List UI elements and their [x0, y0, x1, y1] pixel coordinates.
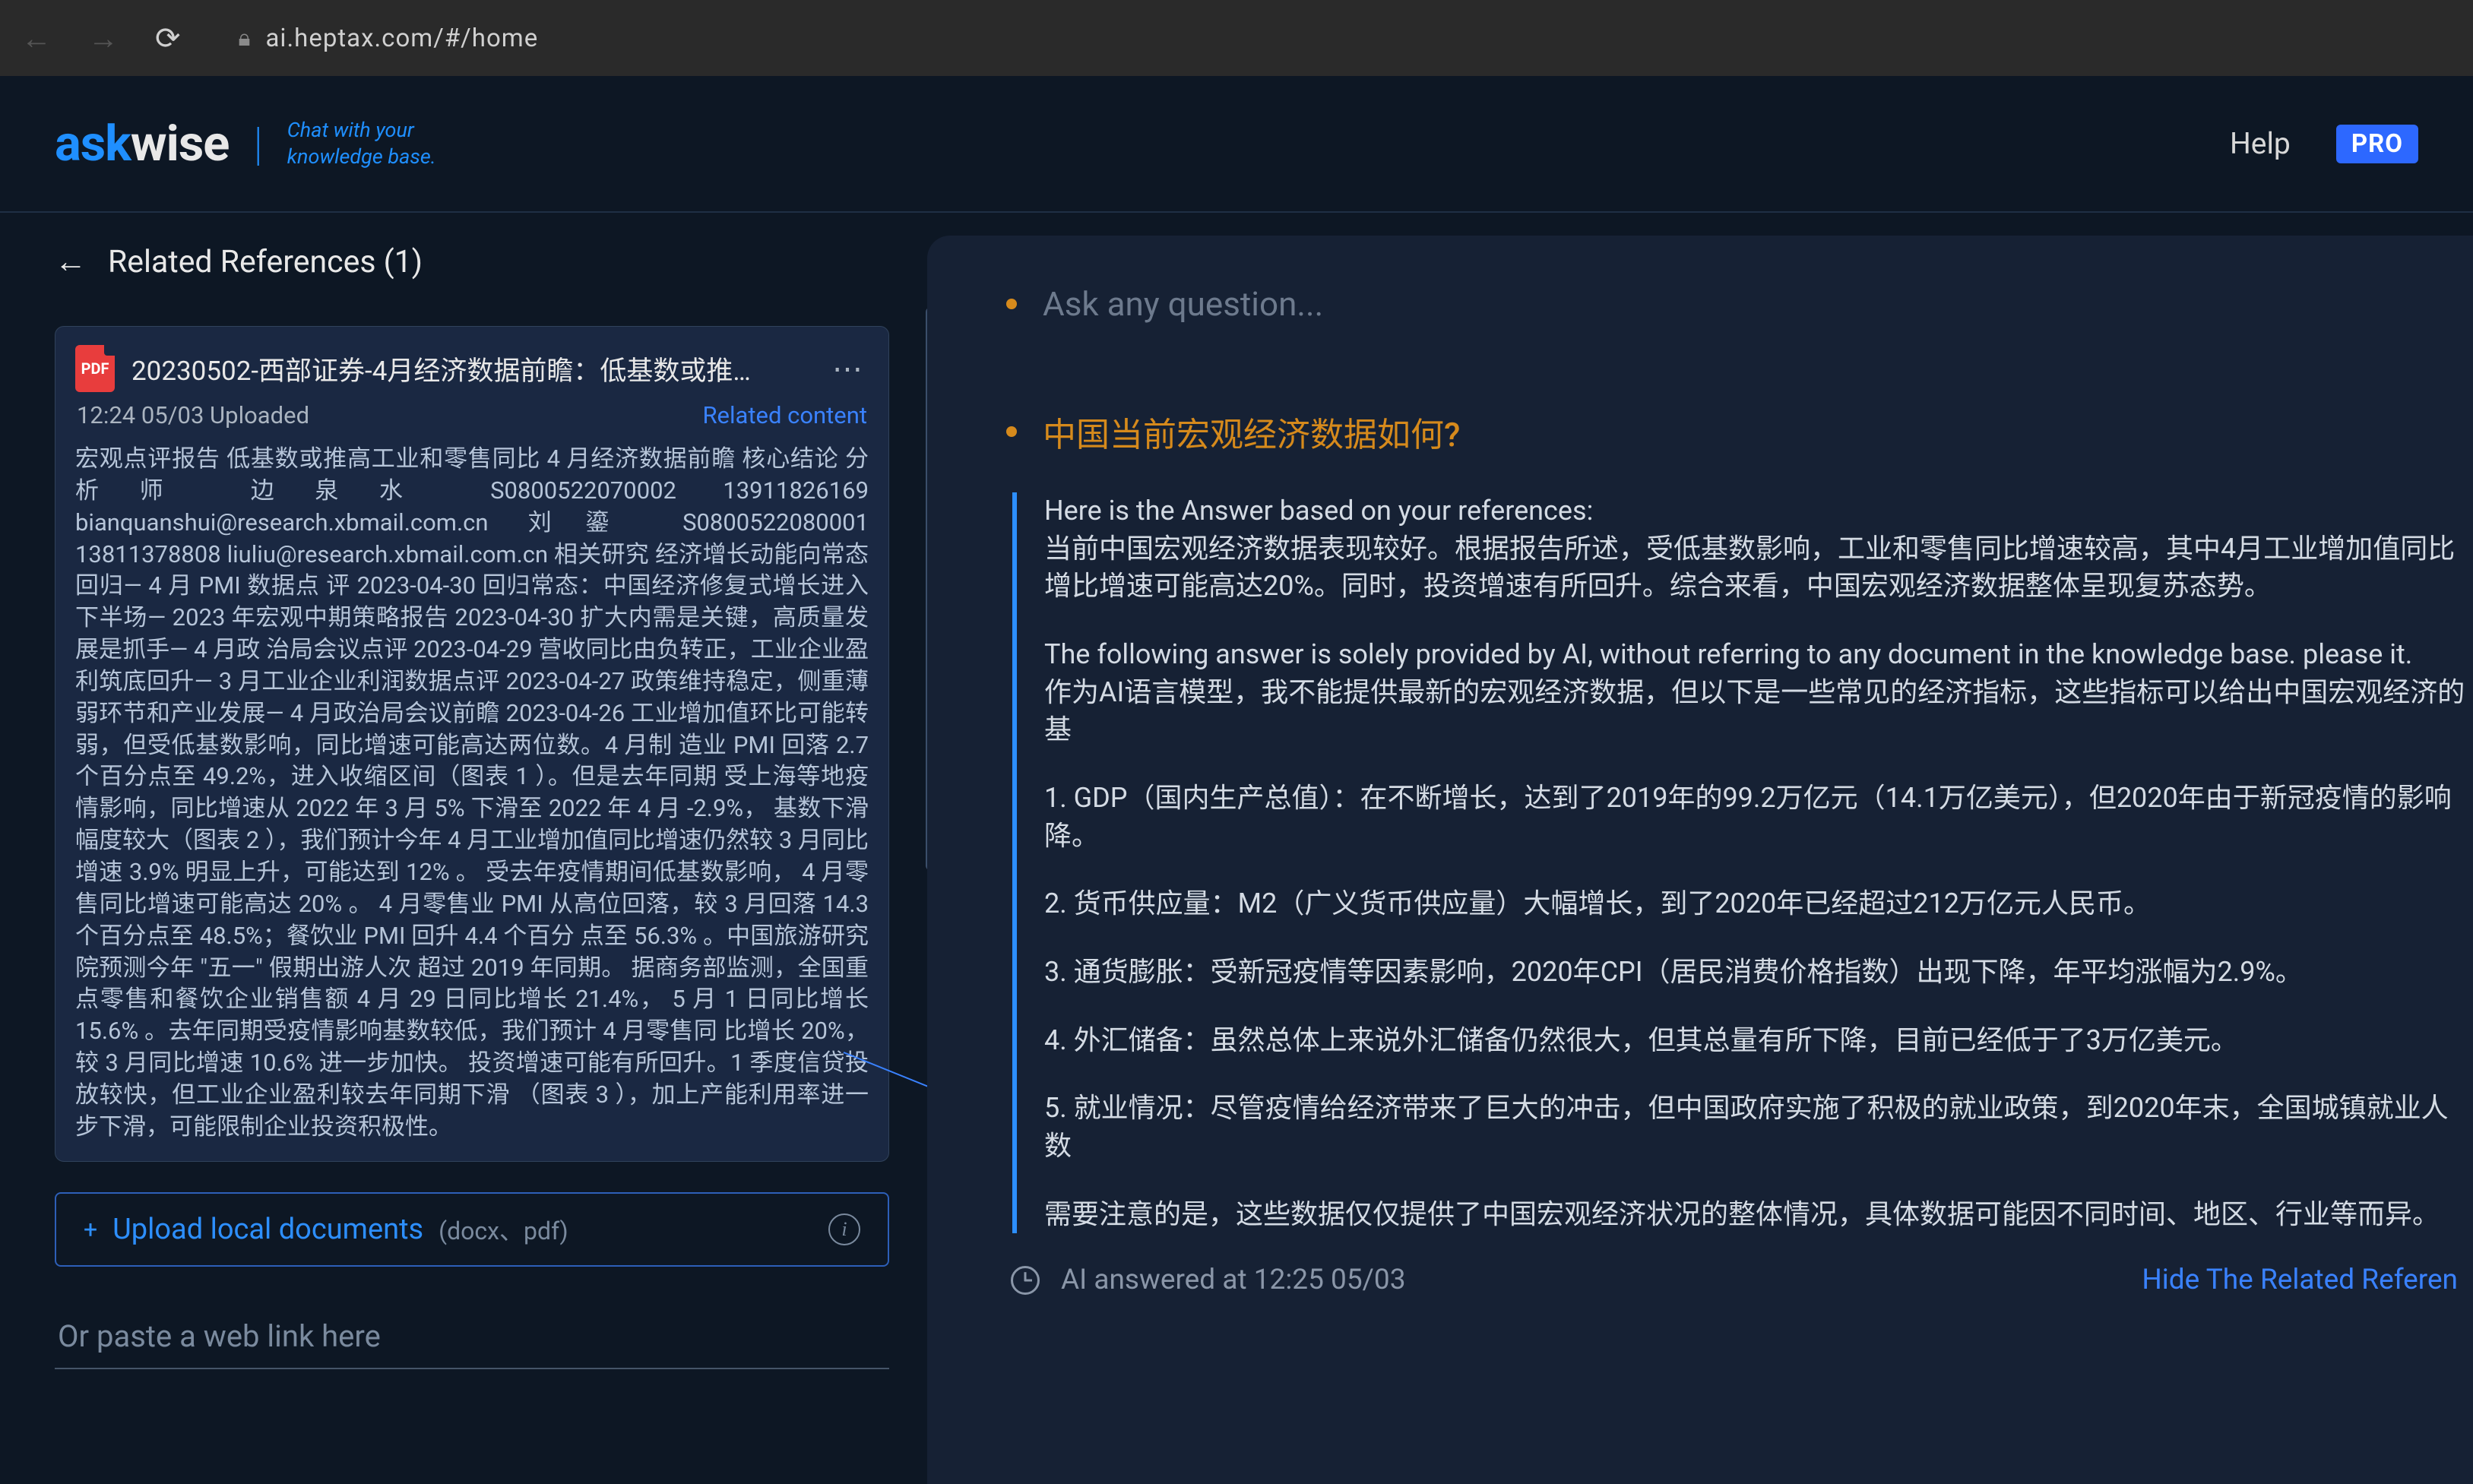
answer-p5: 1. GDP（国内生产总值）：在不断增长，达到了2019年的99.2万亿元（14…	[1044, 780, 2473, 855]
answer-p3: The following answer is solely provided …	[1044, 636, 2473, 749]
answer-p10: 需要注意的是，这些数据仅仅提供了中国宏观经济状况的整体情况，具体数据可能因不同时…	[1044, 1196, 2473, 1234]
address-bar[interactable]: 🔒︎ ai.heptax.com/#/home	[208, 24, 2452, 53]
refs-header: ← Related References (1)	[55, 243, 889, 280]
reference-excerpt: 宏观点评报告 低基数或推高工业和零售同比 4 月经济数据前瞻 核心结论 分析师 …	[75, 443, 869, 1143]
main: ← Related References (1) PDF 20230502-西部…	[0, 213, 2473, 1484]
answer-block: Here is the Answer based on your referen…	[1012, 492, 2473, 1233]
back-arrow-icon[interactable]: ←	[55, 243, 87, 280]
answer-p7: 3. 通货膨胀：受新冠疫情等因素影响，2020年CPI（居民消费价格指数）出现下…	[1044, 954, 2473, 992]
bullet-icon	[1006, 299, 1017, 309]
bullet-icon	[1006, 426, 1017, 437]
hide-references-link[interactable]: Hide The Related Referen	[2142, 1264, 2473, 1296]
upload-timestamp: 12:24 05/03 Uploaded	[77, 401, 309, 429]
answer-footer: AI answered at 12:25 05/03 Hide The Rela…	[1011, 1264, 2473, 1296]
upload-label: Upload local documents	[112, 1213, 423, 1246]
answer-p8: 4. 外汇储备：虽然总体上来说外汇储备仍然很大，但其总量有所下降，目前已经低于了…	[1044, 1022, 2473, 1060]
reference-card[interactable]: PDF 20230502-西部证券-4月经济数据前瞻：低基数或推… ⋯ 12:2…	[55, 326, 889, 1162]
refs-title: Related References (1)	[108, 244, 423, 280]
pro-badge[interactable]: PRO	[2336, 125, 2418, 163]
nav-arrows: ← → ⟳	[21, 21, 181, 56]
logo-divider: |	[253, 117, 262, 171]
app-header: askwise | Chat with your knowledge base.…	[0, 76, 2473, 213]
upload-documents-button[interactable]: + Upload local documents (docx、pdf) i	[55, 1192, 889, 1267]
pdf-icon: PDF	[75, 345, 115, 392]
related-content-link[interactable]: Related content	[702, 401, 867, 429]
browser-chrome: ← → ⟳ 🔒︎ ai.heptax.com/#/home	[0, 0, 2473, 76]
url-text: ai.heptax.com/#/home	[265, 24, 538, 53]
info-icon[interactable]: i	[828, 1213, 860, 1245]
ask-placeholder: Ask any question...	[1043, 284, 1323, 324]
paste-placeholder: Or paste a web link here	[58, 1318, 381, 1354]
ask-input-row[interactable]: Ask any question...	[1006, 284, 2473, 324]
tagline: Chat with your knowledge base.	[287, 117, 436, 170]
answered-timestamp: AI answered at 12:25 05/03	[1061, 1264, 1406, 1296]
question-row: 中国当前宏观经济数据如何?	[1006, 407, 2473, 456]
reference-title: 20230502-西部证券-4月经济数据前瞻：低基数或推…	[131, 350, 809, 388]
answer-p1: Here is the Answer based on your referen…	[1044, 492, 2473, 606]
tagline-line1: Chat with your	[287, 117, 436, 144]
reload-icon[interactable]: ⟳	[155, 21, 181, 56]
back-icon[interactable]: ←	[21, 21, 52, 56]
answer-p6: 2. 货币供应量：M2（广义货币供应量）大幅增长，到了2020年已经超过212万…	[1044, 885, 2473, 923]
chat-panel: Ask any question... 中国当前宏观经济数据如何? Here i…	[927, 236, 2473, 1484]
logo[interactable]: askwise | Chat with your knowledge base.	[55, 115, 436, 172]
tagline-line2: knowledge base.	[287, 144, 436, 170]
plus-icon: +	[84, 1215, 97, 1244]
references-panel: ← Related References (1) PDF 20230502-西部…	[0, 213, 927, 1484]
lock-icon: 🔒︎	[239, 25, 251, 52]
logo-ask: ask	[55, 115, 131, 172]
forward-icon[interactable]: →	[88, 21, 119, 56]
question-text: 中国当前宏观经济数据如何?	[1043, 407, 1460, 456]
upload-formats: (docx、pdf)	[439, 1212, 568, 1247]
paste-link-input[interactable]: Or paste a web link here	[55, 1309, 889, 1369]
logo-wise: wise	[131, 115, 229, 172]
clock-icon	[1011, 1266, 1040, 1295]
answer-p9: 5. 就业情况：尽管疫情给经济带来了巨大的冲击，但中国政府实施了积极的就业政策，…	[1044, 1090, 2473, 1165]
more-icon[interactable]: ⋯	[826, 351, 869, 387]
help-link[interactable]: Help	[2230, 126, 2291, 161]
